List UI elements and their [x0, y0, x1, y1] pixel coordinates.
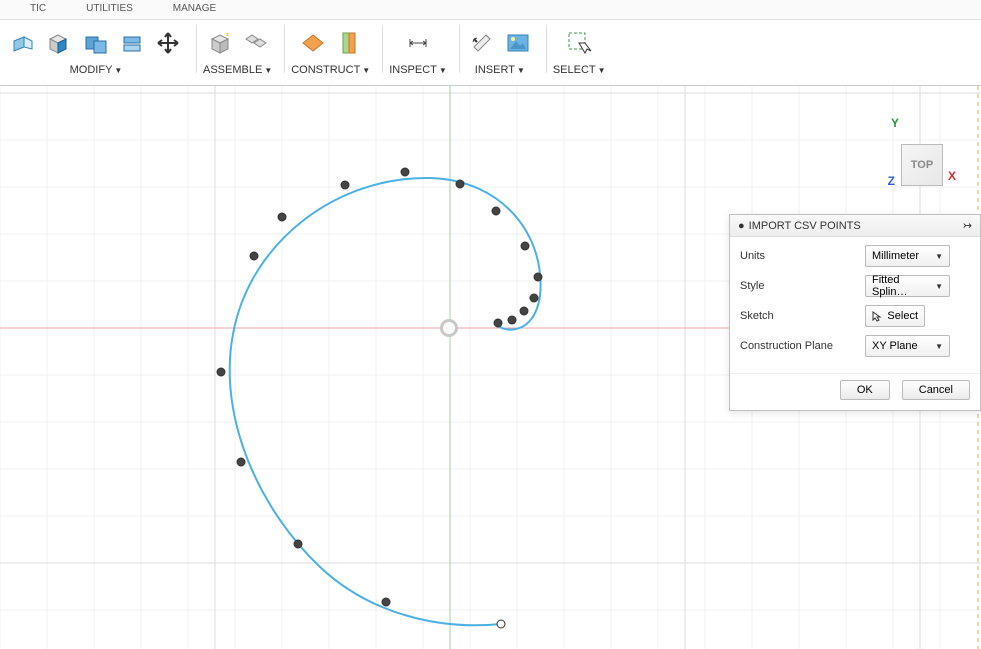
- spline-point[interactable]: [382, 598, 390, 606]
- spline-point[interactable]: [530, 294, 538, 302]
- select-icon[interactable]: [563, 27, 595, 59]
- spline-point[interactable]: [341, 181, 349, 189]
- construct-axis-icon[interactable]: [333, 27, 365, 59]
- insert-decal-icon[interactable]: [502, 27, 534, 59]
- dialog-header[interactable]: ● IMPORT CSV POINTS ↣: [730, 215, 980, 237]
- axis-y-label: Y: [891, 116, 899, 130]
- tab-utilities[interactable]: UTILITIES: [66, 0, 153, 19]
- units-select[interactable]: Millimeter▼: [865, 245, 950, 267]
- import-csv-dialog: ● IMPORT CSV POINTS ↣ Units Millimeter▼ …: [729, 214, 981, 411]
- plane-select[interactable]: XY Plane▼: [865, 335, 950, 357]
- assemble-new-icon[interactable]: [204, 27, 236, 59]
- expand-icon[interactable]: ↣: [963, 219, 972, 232]
- spline-point[interactable]: [278, 213, 286, 221]
- ok-button[interactable]: OK: [840, 380, 890, 400]
- insert-derive-icon[interactable]: [466, 27, 498, 59]
- modify-box-icon[interactable]: [44, 27, 76, 59]
- spline-curve[interactable]: [217, 168, 542, 628]
- modify-split-icon[interactable]: [116, 27, 148, 59]
- toolbar-divider: [382, 25, 383, 73]
- spline-point[interactable]: [534, 273, 542, 281]
- press-pull-icon[interactable]: [8, 27, 40, 59]
- view-cube[interactable]: Y TOP X Z: [891, 104, 951, 164]
- modify-combine-icon[interactable]: [80, 27, 112, 59]
- axis-x-label: X: [948, 169, 956, 183]
- select-label[interactable]: SELECT▼: [553, 64, 606, 76]
- spline-point[interactable]: [520, 307, 528, 315]
- axis-z-label: Z: [888, 174, 895, 188]
- assemble-label[interactable]: ASSEMBLE▼: [203, 64, 272, 76]
- spline-point[interactable]: [237, 458, 245, 466]
- toolbar-divider: [459, 25, 460, 73]
- toolbar-divider: [196, 25, 197, 73]
- spline-point[interactable]: [494, 319, 502, 327]
- spline-point[interactable]: [456, 180, 464, 188]
- spline-point[interactable]: [521, 242, 529, 250]
- insert-label[interactable]: INSERT▼: [475, 64, 525, 76]
- inspect-measure-icon[interactable]: [402, 27, 434, 59]
- assemble-joint-icon[interactable]: [240, 27, 272, 59]
- construct-label[interactable]: CONSTRUCT▼: [291, 64, 370, 76]
- sketch-canvas[interactable]: Y TOP X Z ● IMPORT CSV POINTS ↣ Units Mi…: [0, 86, 981, 649]
- units-label: Units: [740, 250, 855, 262]
- toolbar-divider: [284, 25, 285, 73]
- viewcube-face-top[interactable]: TOP: [901, 144, 943, 186]
- ribbon-toolbar: MODIFY▼ ASSEMBLE▼ CONSTRUCT▼: [0, 20, 981, 86]
- sketch-select-button[interactable]: Select: [865, 305, 925, 327]
- spline-point[interactable]: [492, 207, 500, 215]
- tab-tic[interactable]: TIC: [10, 0, 66, 19]
- move-icon[interactable]: [152, 27, 184, 59]
- sketch-label: Sketch: [740, 310, 855, 322]
- plane-label: Construction Plane: [740, 340, 855, 352]
- spline-point[interactable]: [294, 540, 302, 548]
- origin-point: [440, 319, 458, 337]
- dialog-title: IMPORT CSV POINTS: [749, 220, 861, 232]
- spline-point[interactable]: [497, 620, 505, 628]
- toolbar-divider: [546, 25, 547, 73]
- inspect-label[interactable]: INSPECT▼: [389, 64, 447, 76]
- spline-point[interactable]: [217, 368, 225, 376]
- construct-plane-icon[interactable]: [297, 27, 329, 59]
- style-select[interactable]: Fitted Splin…▼: [865, 275, 950, 297]
- cursor-icon: [872, 311, 883, 322]
- tab-manage[interactable]: MANAGE: [153, 0, 236, 19]
- spline-point[interactable]: [508, 316, 516, 324]
- spline-point[interactable]: [250, 252, 258, 260]
- spline-point[interactable]: [401, 168, 409, 176]
- cancel-button[interactable]: Cancel: [902, 380, 970, 400]
- style-label: Style: [740, 280, 855, 292]
- modify-label[interactable]: MODIFY▼: [70, 64, 123, 76]
- collapse-icon[interactable]: ●: [738, 220, 745, 232]
